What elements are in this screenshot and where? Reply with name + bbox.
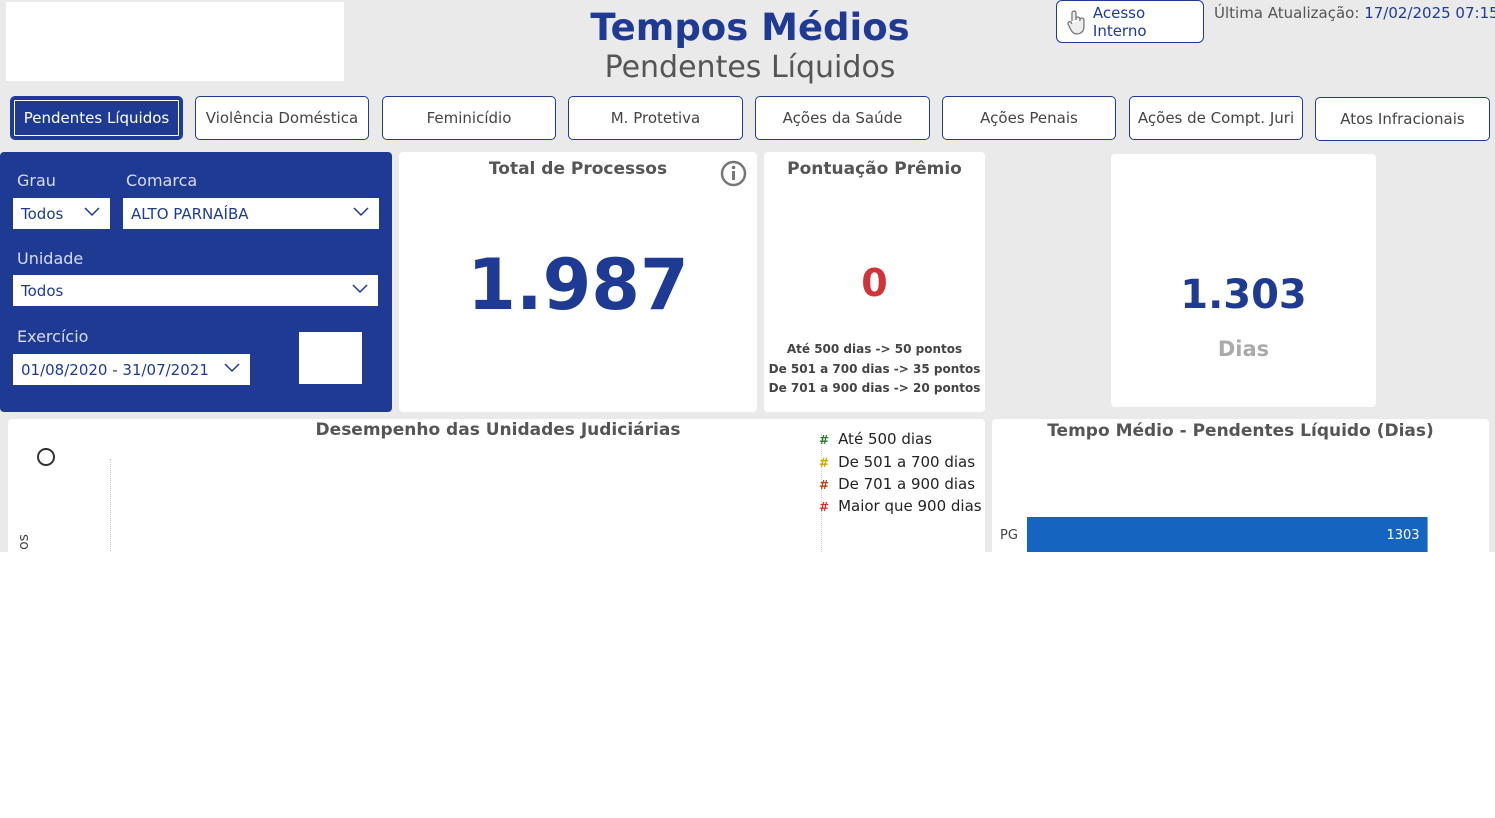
bar-category-label: PG [1000,528,1018,543]
tab-feminicidio[interactable]: Feminicídio [382,96,556,140]
comarca-value: ALTO PARNAÍBA [131,204,249,223]
legend-marker: # [819,478,830,492]
unidade-value: Todos [21,281,64,300]
tempo-medio-bar-chart: PG 1303 [1000,517,1428,552]
legend-label: De 701 a 900 dias [838,475,976,493]
total-processos-title: Total de Processos [488,159,668,179]
tempo-medio-chart-card: Tempo Médio - Pendentes Líquido (Dias) P… [992,419,1489,552]
grau-select[interactable]: Todos [13,198,110,229]
tab-m-protetiva[interactable]: M. Protetiva [568,96,743,140]
tab-violencia-domestica[interactable]: Violência Doméstica [195,96,369,140]
legend-divider [821,434,822,552]
legend-marker: # [819,456,830,470]
logo-placeholder [6,2,344,81]
legend-label: Maior que 900 dias [838,497,982,515]
focus-circle-icon[interactable] [36,447,56,467]
grau-value: Todos [21,204,64,223]
legend-item-ate-500: # Até 500 dias [819,430,932,448]
chevron-down-icon [224,363,240,373]
dashboard: Tempos Médios Pendentes Líquidos Acesso … [0,0,1495,552]
tab-bar: Pendentes Líquidos Violência Doméstica F… [8,96,1490,141]
tab-pendentes-liquidos[interactable]: Pendentes Líquidos [10,96,183,140]
legend-item-maior-900: # Maior que 900 dias [819,497,982,515]
chevron-down-icon [353,207,369,217]
access-internal-button[interactable]: Acesso Interno [1056,0,1204,43]
dias-value: 1.303 [1180,272,1307,318]
info-icon[interactable] [720,160,747,187]
blank-visual [299,332,362,384]
dias-unit: Dias [1217,337,1270,361]
exercicio-label: Exercício [17,327,89,346]
bar-data-label: 1303 [1386,528,1419,543]
y-axis-label-fragment: os [15,534,32,550]
rule-line-1: Até 500 dias -> 50 pontos [786,342,963,356]
desempenho-chart-card: Desempenho das Unidades Judiciárias os #… [8,419,985,552]
comarca-label: Comarca [126,171,198,190]
chevron-down-icon [84,207,100,217]
access-internal-label: Acesso Interno [1092,3,1147,40]
rule-line-3: De 701 a 900 dias -> 20 pontos [768,381,981,395]
bar-pg[interactable] [1027,517,1428,552]
page-subtitle: Pendentes Líquidos [604,50,896,85]
chevron-down-icon [352,284,368,294]
exercicio-select[interactable]: 01/08/2020 - 31/07/2021 [13,354,250,385]
tab-acoes-compt-juri[interactable]: Ações de Compt. Juri [1129,96,1303,140]
unidade-label: Unidade [17,249,84,268]
pontuacao-premio-card: Pontuação Prêmio 0 Até 500 dias -> 50 po… [764,152,985,412]
rule-line-2: De 501 a 700 dias -> 35 pontos [768,362,981,376]
grau-label: Grau [17,171,56,190]
hand-pointer-icon [1067,9,1085,35]
dias-card: 1.303 Dias [1111,154,1376,407]
tab-acoes-penais[interactable]: Ações Penais [942,96,1116,140]
pontuacao-premio-value: 0 [861,261,888,305]
tab-acoes-da-saude[interactable]: Ações da Saúde [755,96,930,140]
legend-item-701-900: # De 701 a 900 dias [819,475,975,493]
legend-label: Até 500 dias [838,430,933,448]
last-update-value: 17/02/2025 07:15:14 [1364,4,1495,22]
total-processos-card: Total de Processos 1.987 [399,152,757,412]
pontuacao-premio-title: Pontuação Prêmio [787,159,962,179]
legend-item-501-700: # De 501 a 700 dias [819,453,975,471]
last-update-label: Última Atualização: [1214,4,1360,22]
tab-atos-infracionais[interactable]: Atos Infracionais [1315,97,1490,141]
comarca-select[interactable]: ALTO PARNAÍBA [123,198,379,229]
chart-axis-line [110,459,111,552]
unidade-select[interactable]: Todos [13,275,378,306]
total-processos-value: 1.987 [467,244,689,326]
legend-marker: # [819,433,830,447]
filter-panel: Grau Comarca Todos ALTO PARNAÍBA Unidade… [0,152,392,412]
legend-marker: # [819,500,830,514]
exercicio-value: 01/08/2020 - 31/07/2021 [21,360,209,379]
last-update: Última Atualização: 17/02/2025 07:15:14 [1214,4,1495,22]
legend-label: De 501 a 700 dias [838,453,976,471]
page-title: Tempos Médios [590,6,910,49]
